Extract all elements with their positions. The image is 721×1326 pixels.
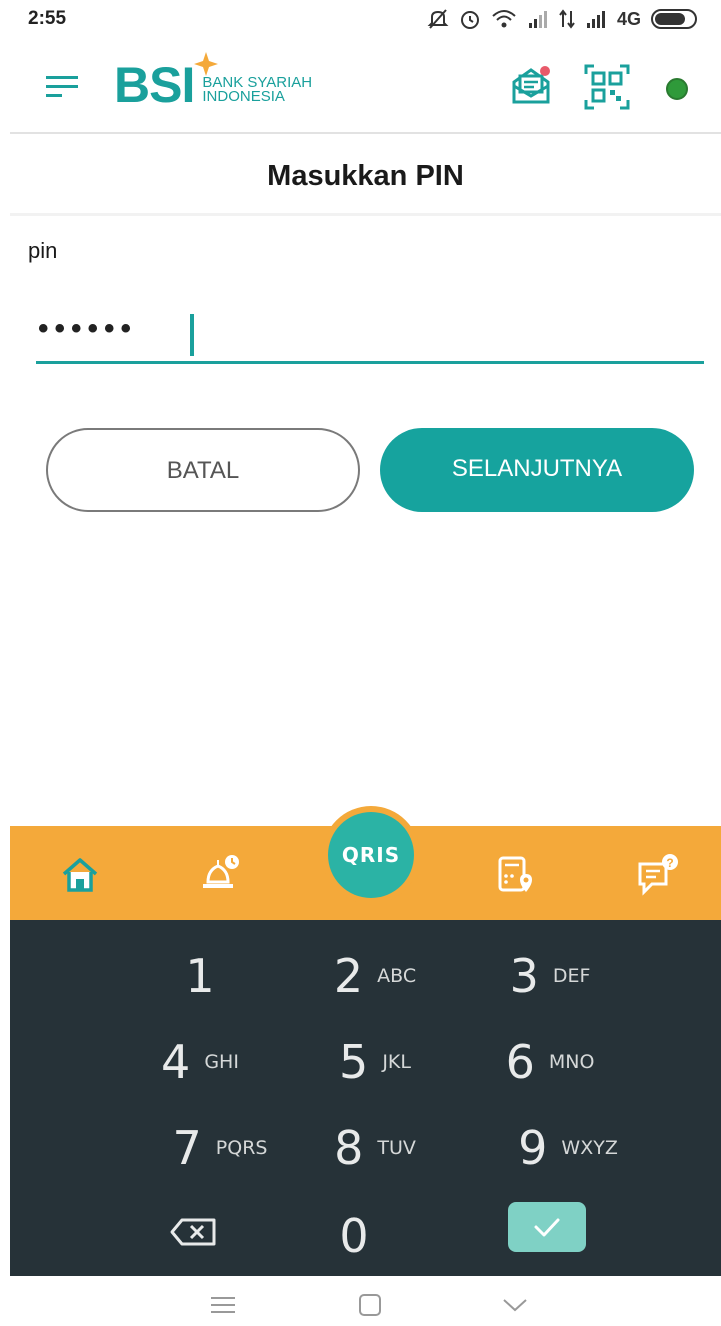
key-digit: 4	[161, 1035, 191, 1089]
logo-main: BSI	[114, 57, 195, 113]
qris-button[interactable]: QRIS	[322, 806, 420, 904]
key-1[interactable]: 1	[120, 936, 280, 1016]
status-icons: 4G	[427, 6, 697, 32]
home-icon[interactable]	[58, 852, 102, 896]
key-letters: TUV	[377, 1137, 416, 1159]
pin-label: pin	[28, 238, 58, 263]
key-digit: 3	[509, 949, 539, 1003]
data-arrows-icon	[559, 9, 575, 29]
star-icon	[194, 52, 218, 76]
home-button-icon[interactable]	[355, 1290, 385, 1320]
key-letters: PQRS	[215, 1137, 268, 1159]
pin-input[interactable]: ••••••	[36, 300, 704, 364]
alarm-icon	[460, 11, 479, 29]
back-chevron-icon[interactable]	[500, 1290, 530, 1320]
key-digit: 0	[339, 1209, 369, 1263]
key-digit: 9	[518, 1121, 548, 1175]
key-2[interactable]: 2 ABC	[295, 936, 455, 1016]
key-4[interactable]: 4 GHI	[120, 1022, 280, 1102]
logo-line2: INDONESIA	[202, 88, 285, 105]
battery-icon	[651, 9, 697, 29]
key-letters: DEF	[552, 965, 591, 987]
key-digit: 2	[333, 949, 364, 1003]
key-3[interactable]: 3 DEF	[470, 936, 630, 1016]
key-letters: JKL	[382, 1051, 411, 1073]
status-bar: 2:55 4G	[0, 0, 721, 40]
signal-icon-1	[528, 11, 547, 28]
qr-scan-icon[interactable]	[584, 64, 630, 110]
system-nav-bar	[0, 1276, 721, 1326]
bsi-logo: BSI BANK SYARIAH INDONESIA	[114, 52, 312, 113]
key-digit: 6	[505, 1035, 535, 1089]
key-5[interactable]: 5 JKL	[295, 1022, 455, 1102]
app-header: BSI BANK SYARIAH INDONESIA	[10, 44, 721, 134]
key-letters: GHI	[204, 1051, 239, 1073]
key-digit: 7	[172, 1121, 202, 1175]
cancel-button[interactable]: BATAL	[46, 428, 360, 512]
mute-icon	[427, 9, 449, 29]
key-letters: WXYZ	[561, 1137, 618, 1159]
confirm-key[interactable]	[508, 1202, 586, 1252]
inbox-icon[interactable]	[510, 64, 552, 106]
next-button[interactable]: SELANJUTNYA	[380, 428, 694, 512]
status-time: 2:55	[28, 8, 67, 29]
qris-label: QRIS	[328, 812, 414, 898]
numeric-keypad: 1 2 ABC 3 DEF 4 GHI 5 JKL 6 MNO 7 PQRS 8…	[10, 920, 721, 1276]
page-title: Masukkan PIN	[10, 140, 721, 216]
logo-subtitle: BANK SYARIAH INDONESIA	[202, 75, 312, 105]
key-0[interactable]: 0	[274, 1196, 434, 1276]
key-digit: 1	[185, 949, 215, 1003]
key-9[interactable]: 9 WXYZ	[488, 1108, 648, 1188]
key-digit: 8	[334, 1121, 364, 1175]
menu-icon[interactable]	[46, 72, 78, 102]
key-7[interactable]: 7 PQRS	[140, 1108, 300, 1188]
pin-masked-value: ••••••	[38, 312, 138, 345]
backspace-icon[interactable]	[164, 1202, 224, 1262]
key-letters: MNO	[548, 1051, 595, 1073]
key-digit: 5	[339, 1035, 369, 1089]
recent-apps-icon[interactable]	[208, 1290, 238, 1320]
network-type: 4G	[616, 8, 641, 29]
key-letters: ABC	[377, 965, 417, 987]
bottom-nav: QRIS ?	[10, 806, 721, 920]
signal-icon-2	[586, 11, 605, 28]
online-status-dot	[666, 78, 688, 100]
mosque-icon[interactable]	[198, 852, 242, 896]
atm-location-icon[interactable]	[494, 852, 538, 896]
key-8[interactable]: 8 TUV	[295, 1108, 455, 1188]
svg-text:?: ?	[666, 856, 673, 870]
text-cursor	[190, 314, 194, 356]
checkmark-icon	[534, 1218, 560, 1237]
wifi-icon	[492, 10, 516, 28]
key-6[interactable]: 6 MNO	[470, 1022, 630, 1102]
help-chat-icon[interactable]: ?	[636, 852, 680, 896]
